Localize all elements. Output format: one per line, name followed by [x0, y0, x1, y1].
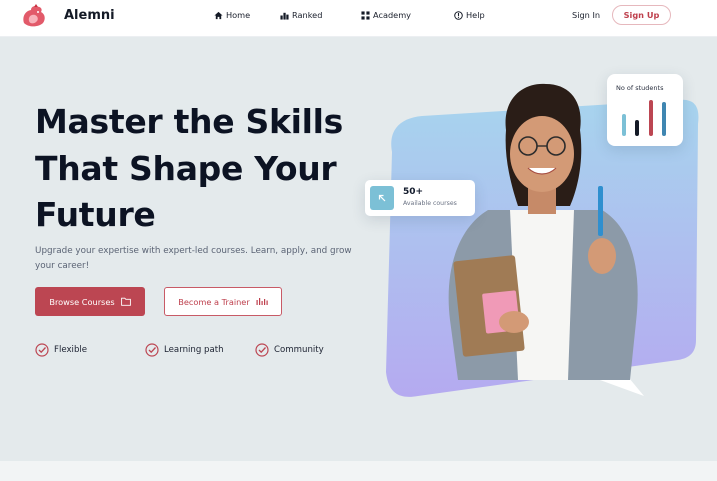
nav-home-label: Home	[226, 10, 251, 20]
person-face	[510, 116, 574, 192]
courses-stat-card: 50+ Available courses	[365, 180, 475, 216]
check-circle-icon	[35, 343, 49, 357]
hero-headline-line-1: Master the Skills	[35, 102, 343, 141]
feature-community-label: Community	[274, 345, 324, 355]
students-mini-bars	[622, 100, 666, 136]
ranked-icon	[280, 12, 289, 20]
check-circle-icon	[145, 343, 159, 357]
nav-help[interactable]: Help	[454, 10, 485, 20]
nav-home[interactable]: Home	[214, 10, 250, 20]
become-trainer-button[interactable]: Become a Trainer	[164, 287, 282, 316]
top-navbar: Alemni Home Ranked Academy Help Sign In …	[0, 0, 717, 37]
signal-bars-icon	[256, 298, 268, 305]
brand-name[interactable]: Alemni	[64, 8, 115, 23]
arrow-up-left-icon	[370, 186, 394, 210]
students-stat-card: No of students	[607, 74, 683, 146]
signup-button[interactable]: Sign Up	[612, 5, 671, 25]
folder-icon	[120, 297, 131, 306]
hero-subtext: Upgrade your expertise with expert-led c…	[35, 246, 352, 271]
hero-headline-line-3: Future	[35, 195, 156, 234]
courses-label: Available courses	[403, 200, 457, 207]
browse-courses-button[interactable]: Browse Courses	[35, 287, 145, 316]
person-shirt	[510, 210, 574, 380]
check-circle-icon	[255, 343, 269, 357]
signin-link[interactable]: Sign In	[572, 10, 600, 20]
academy-icon	[361, 10, 370, 20]
feature-learning-path: Learning path	[145, 343, 224, 357]
nav-academy[interactable]: Academy	[361, 10, 411, 20]
help-icon	[454, 10, 463, 20]
feature-community: Community	[255, 343, 324, 357]
browse-courses-label: Browse Courses	[49, 296, 115, 307]
nav-ranked-label: Ranked	[292, 10, 323, 20]
nav-ranked[interactable]: Ranked	[280, 10, 322, 20]
hero-headline-line-2: That Shape Your	[35, 148, 337, 188]
hero-headline: Master the Skills That Shape Your Future	[35, 99, 365, 239]
feature-learning-path-label: Learning path	[164, 345, 224, 355]
become-trainer-label: Become a Trainer	[178, 296, 250, 307]
nav-help-label: Help	[466, 10, 485, 20]
feature-flexible-label: Flexible	[54, 345, 88, 355]
footer-strip	[0, 461, 717, 481]
courses-count: 50+	[403, 187, 424, 197]
pen	[598, 186, 603, 236]
home-icon	[214, 11, 223, 19]
feature-flexible: Flexible	[35, 343, 87, 357]
nav-academy-label: Academy	[373, 10, 412, 20]
person-hand	[588, 238, 616, 274]
rooster-logo-icon[interactable]	[19, 4, 49, 30]
